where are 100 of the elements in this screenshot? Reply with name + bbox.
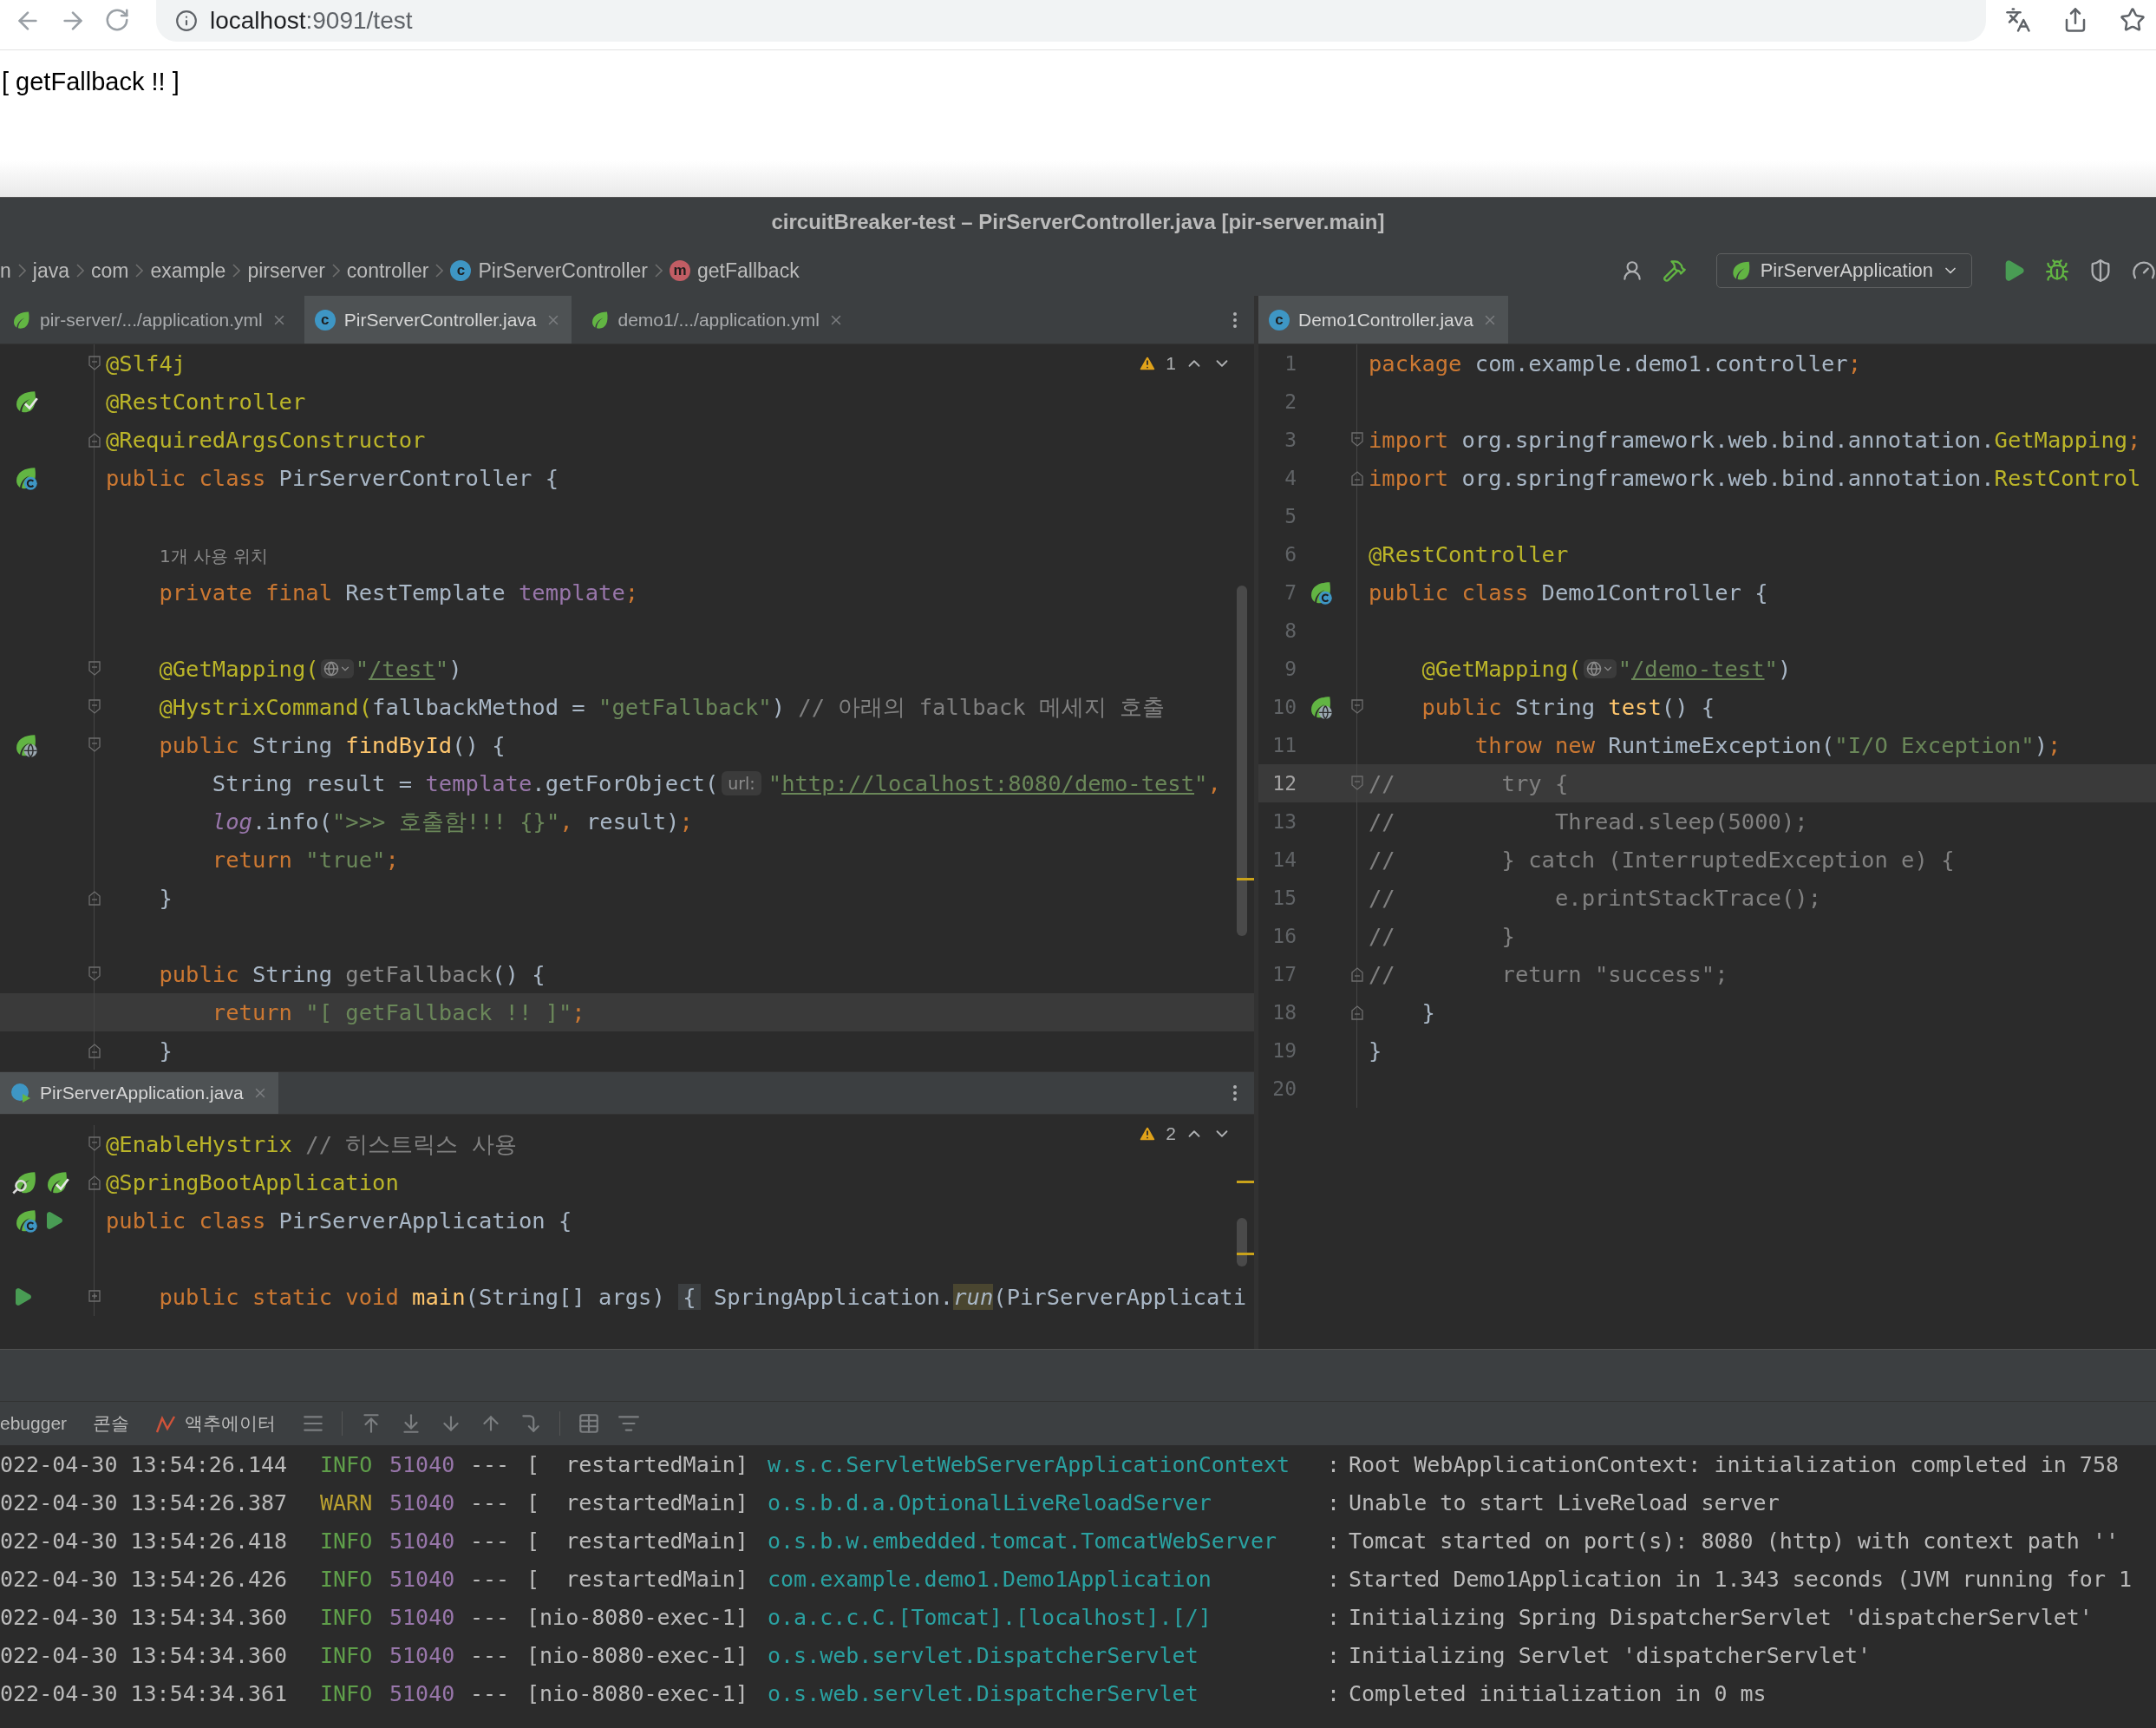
info-icon[interactable] [175, 10, 198, 32]
code-line: public class Demo1Controller { [1369, 579, 1768, 605]
folded-code[interactable]: { [678, 1284, 701, 1310]
magnifier-leaf-icon[interactable] [12, 1169, 38, 1195]
bug-icon[interactable] [2045, 259, 2069, 283]
line-number: 16 [1271, 925, 1297, 947]
hammer-icon[interactable] [1662, 259, 1687, 283]
reload-icon[interactable] [104, 7, 130, 33]
code-line: // } [1369, 923, 1515, 949]
method-icon: m [670, 260, 691, 281]
fold-marker-icon[interactable] [1349, 965, 1364, 983]
tool-tab[interactable]: 액추에이터 [155, 1411, 277, 1436]
globe-inlay-icon[interactable] [1583, 659, 1617, 678]
fold-marker-icon[interactable] [1349, 698, 1364, 716]
chevron-icon [135, 264, 144, 278]
tab-label: PirServerApplication.java [40, 1083, 244, 1103]
code-line: // e.printStackTrace(); [1369, 885, 1821, 911]
line-number: 9 [1284, 658, 1297, 680]
chevron-icon [232, 264, 241, 278]
fold-marker-icon[interactable] [87, 1136, 101, 1153]
breadcrumb-item[interactable]: com [91, 259, 129, 283]
code-line: throw new RuntimeException("I/O Exception"); [1473, 732, 2061, 758]
fold-marker-icon[interactable] [87, 889, 101, 907]
log-message: Unable to start LiveReload server [1349, 1489, 1780, 1515]
log-level: INFO [320, 1451, 374, 1477]
log-level: WARN [320, 1489, 374, 1515]
code-line: } [158, 1037, 173, 1064]
fold-marker-icon[interactable] [87, 965, 101, 983]
fold-marker-icon[interactable] [1349, 775, 1364, 792]
fold-marker-icon[interactable] [1349, 431, 1364, 448]
line-number: 15 [1271, 887, 1297, 909]
globe-inlay-icon[interactable] [320, 659, 354, 678]
code-line: 1개 사용 위치 [159, 544, 269, 568]
warning-marker[interactable] [1237, 878, 1254, 880]
log-separator: --- [470, 1566, 511, 1592]
log-message: Started Demo1Application in 1.343 seconds (JVM running for 1 [1349, 1566, 2133, 1592]
warning-icon [1138, 354, 1158, 373]
log-separator: --- [470, 1642, 511, 1668]
breadcrumb-item[interactable]: java [32, 259, 69, 283]
line-number: 4 [1284, 467, 1297, 489]
breadcrumb-item[interactable]: example [150, 259, 226, 283]
log-separator: --- [470, 1680, 511, 1706]
code-line: package com.example.demo1.controller; [1369, 350, 1862, 376]
warning-icon [1138, 1124, 1158, 1143]
log-message: Completed initialization in 0 ms [1349, 1680, 1767, 1706]
code-line: @Slf4j [106, 350, 186, 376]
fold-marker-icon[interactable] [87, 660, 101, 677]
log-logger: o.s.b.d.a.OptionalLiveReloadServer [768, 1489, 1212, 1515]
breadcrumb-item[interactable]: m getFallback [670, 259, 800, 283]
log-logger: o.s.b.w.embedded.tomcat.TomcatWebServer [768, 1528, 1277, 1554]
code-line: public String getFallback() { [158, 961, 546, 987]
fold-marker-icon[interactable] [87, 355, 101, 372]
code-editor[interactable] [0, 344, 1254, 1071]
warning-marker[interactable] [1237, 1181, 1254, 1183]
fold-marker-icon[interactable] [87, 431, 101, 448]
log-separator: --- [470, 1489, 511, 1515]
breadcrumb-item[interactable]: c PirServerController [450, 259, 649, 283]
code-text: "/demo-test") [1617, 656, 1792, 682]
code-line: import org.springframework.web.bind.annotation.GetMapping; [1369, 427, 2141, 453]
code-line: // } catch (InterruptedException e) { [1369, 847, 1955, 873]
line-number: 2 [1284, 390, 1297, 413]
breadcrumb-label: getFallback [697, 259, 800, 283]
fold-marker-icon[interactable] [87, 1042, 101, 1059]
fold-marker-icon[interactable] [1349, 1004, 1364, 1021]
address-bar[interactable]: localhost:9091/test [156, 0, 1986, 42]
table-icon[interactable] [578, 1412, 601, 1435]
breadcrumb-item[interactable]: controller [346, 259, 429, 283]
log-timestamp: 022-04-30 13:54:26.144 [0, 1451, 289, 1477]
editor-tab[interactable]: c Demo1Controller.java [1258, 296, 1508, 344]
tab-label: demo1/.../application.yml [617, 309, 820, 331]
class-file-icon: c [314, 309, 336, 331]
fold-marker-icon[interactable] [87, 1174, 101, 1191]
editor-tab[interactable]: pir-server/.../application.yml [0, 296, 297, 344]
bookmark-star-icon[interactable] [2120, 7, 2146, 33]
editor-tab[interactable]: demo1/.../application.yml [578, 296, 854, 344]
run-configuration-dropdown[interactable]: PirServerApplication [1715, 253, 1972, 288]
warning-count: 2 [1166, 1123, 1176, 1144]
tool-tab[interactable]: ebugger [0, 1413, 68, 1434]
fold-marker-icon[interactable] [87, 736, 101, 754]
tool-tab[interactable]: 콘솔 [93, 1411, 130, 1436]
parameter-hint: url: [722, 771, 761, 795]
breadcrumb-item[interactable]: pirserver [247, 259, 325, 283]
scrollbar-thumb[interactable] [1237, 586, 1247, 936]
fold-marker-icon[interactable] [1349, 469, 1364, 487]
log-pid: 51040 [389, 1451, 456, 1477]
code-line: log.info(">>> 호출함!!! {}", result); [211, 807, 693, 836]
code-line: import org.springframework.web.bind.annotation.RestControl [1369, 465, 2141, 491]
breadcrumb-item[interactable]: n [0, 259, 11, 283]
editor-tab[interactable]: c PirServerController.java [304, 296, 572, 344]
fold-marker-icon[interactable] [87, 698, 101, 716]
warning-marker[interactable] [1237, 1253, 1254, 1255]
editor-tab[interactable]: PirServerApplication.java [0, 1072, 278, 1114]
log-pid: 51040 [389, 1489, 456, 1515]
line-number: 6 [1284, 543, 1297, 566]
line-number: 19 [1271, 1039, 1297, 1062]
translate-icon[interactable] [2005, 7, 2031, 33]
scrollbar-thumb[interactable] [1237, 1218, 1247, 1267]
log-pid: 51040 [389, 1642, 456, 1668]
log-colon: : [1327, 1489, 1342, 1515]
log-logger: o.s.web.servlet.DispatcherServlet [768, 1642, 1199, 1668]
